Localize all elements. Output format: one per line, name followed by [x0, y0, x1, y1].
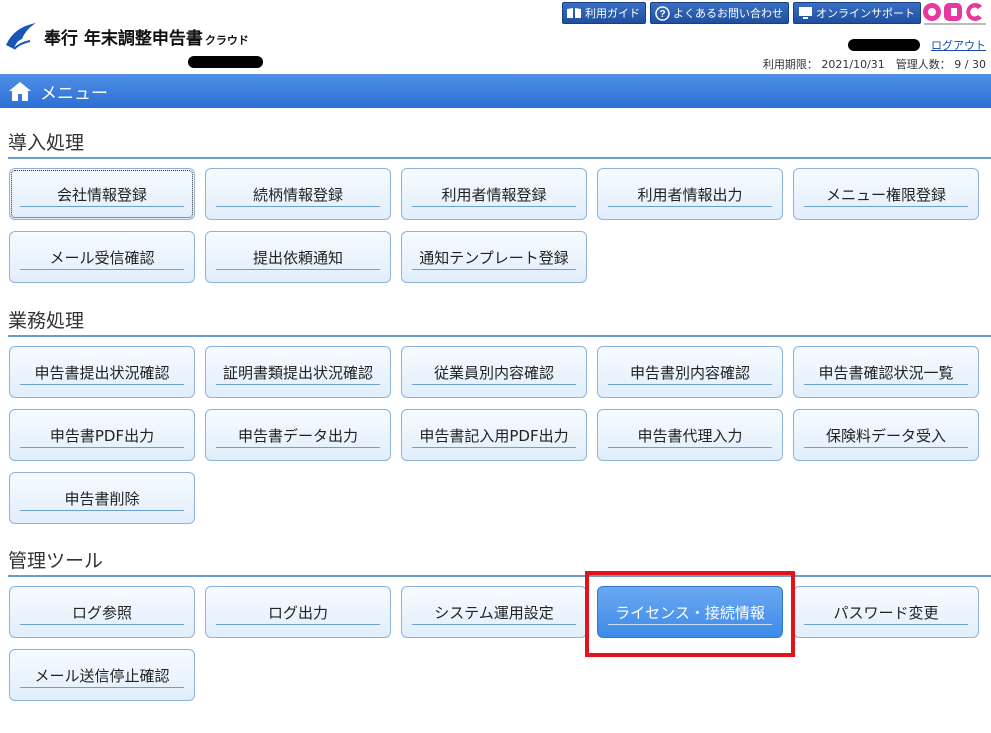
user-info-export-button[interactable]: 利用者情報出力 [597, 168, 783, 220]
section-divider [8, 157, 991, 159]
pdf-export-button[interactable]: 申告書PDF出力 [9, 409, 195, 461]
redacted-user [848, 39, 920, 51]
notice-template-button[interactable]: 通知テンプレート登録 [401, 231, 587, 283]
section-divider [8, 575, 991, 577]
highlight-box [585, 571, 795, 657]
faq-link[interactable]: ? よくあるお問い合わせ [650, 2, 789, 24]
svg-text:?: ? [659, 9, 665, 20]
submit-request-notice-button[interactable]: 提出依頼通知 [205, 231, 391, 283]
monitor-icon [797, 6, 813, 20]
redacted-company [188, 56, 263, 68]
app-logo: 奉行 年末調整申告書 クラウド [4, 16, 249, 56]
proxy-input-button[interactable]: 申告書代理入力 [597, 409, 783, 461]
menu-permission-button[interactable]: メニュー権限登録 [793, 168, 979, 220]
log-export-button[interactable]: ログ出力 [205, 586, 391, 638]
confirmation-list-button[interactable]: 申告書確認状況一覧 [793, 346, 979, 398]
menu-title: メニュー [40, 83, 108, 104]
top-links: 利用ガイド ? よくあるお問い合わせ オンラインサポート [562, 2, 921, 24]
home-icon[interactable] [8, 80, 32, 102]
user-info-register-button[interactable]: 利用者情報登録 [401, 168, 587, 220]
usage-guide-link[interactable]: 利用ガイド [562, 2, 646, 24]
book-icon [566, 6, 582, 20]
submission-status-button[interactable]: 申告書提出状況確認 [9, 346, 195, 398]
company-info-button[interactable]: 会社情報登録 [9, 168, 195, 220]
system-settings-button[interactable]: システム運用設定 [401, 586, 587, 638]
section-divider [8, 335, 991, 337]
app-header: 奉行 年末調整申告書 クラウド 利用ガイド ? よくあるお問い合わせ オンラインサ… [0, 0, 991, 74]
form-content-button[interactable]: 申告書別内容確認 [597, 346, 783, 398]
obc-brand-logo [923, 3, 986, 25]
log-view-button[interactable]: ログ参照 [9, 586, 195, 638]
bird-logo-icon [6, 23, 36, 50]
data-export-button[interactable]: 申告書データ出力 [205, 409, 391, 461]
blank-pdf-export-button[interactable]: 申告書記入用PDF出力 [401, 409, 587, 461]
relationship-info-button[interactable]: 続柄情報登録 [205, 168, 391, 220]
form-delete-button[interactable]: 申告書削除 [9, 472, 195, 524]
question-icon: ? [654, 5, 670, 21]
section-title-setup: 導入処理 [8, 132, 85, 154]
insurance-import-button[interactable]: 保険料データ受入 [793, 409, 979, 461]
online-support-link[interactable]: オンラインサポート [793, 2, 921, 24]
app-name: 奉行 年末調整申告書 [44, 28, 203, 49]
password-change-button[interactable]: パスワード変更 [793, 586, 979, 638]
logout-link[interactable]: ログアウト [931, 37, 986, 53]
mail-receive-check-button[interactable]: メール受信確認 [9, 231, 195, 283]
section-title-operations: 業務処理 [8, 310, 85, 332]
certificate-status-button[interactable]: 証明書類提出状況確認 [205, 346, 391, 398]
license-status: 利用期限： 2021/10/31 管理人数： 9 / 30 [762, 58, 986, 71]
menu-bar: メニュー [0, 74, 991, 108]
employee-content-button[interactable]: 従業員別内容確認 [401, 346, 587, 398]
app-suffix: クラウド [204, 33, 249, 47]
mail-stop-check-button[interactable]: メール送信停止確認 [9, 649, 195, 701]
section-title-admin-tools: 管理ツール [8, 550, 104, 572]
